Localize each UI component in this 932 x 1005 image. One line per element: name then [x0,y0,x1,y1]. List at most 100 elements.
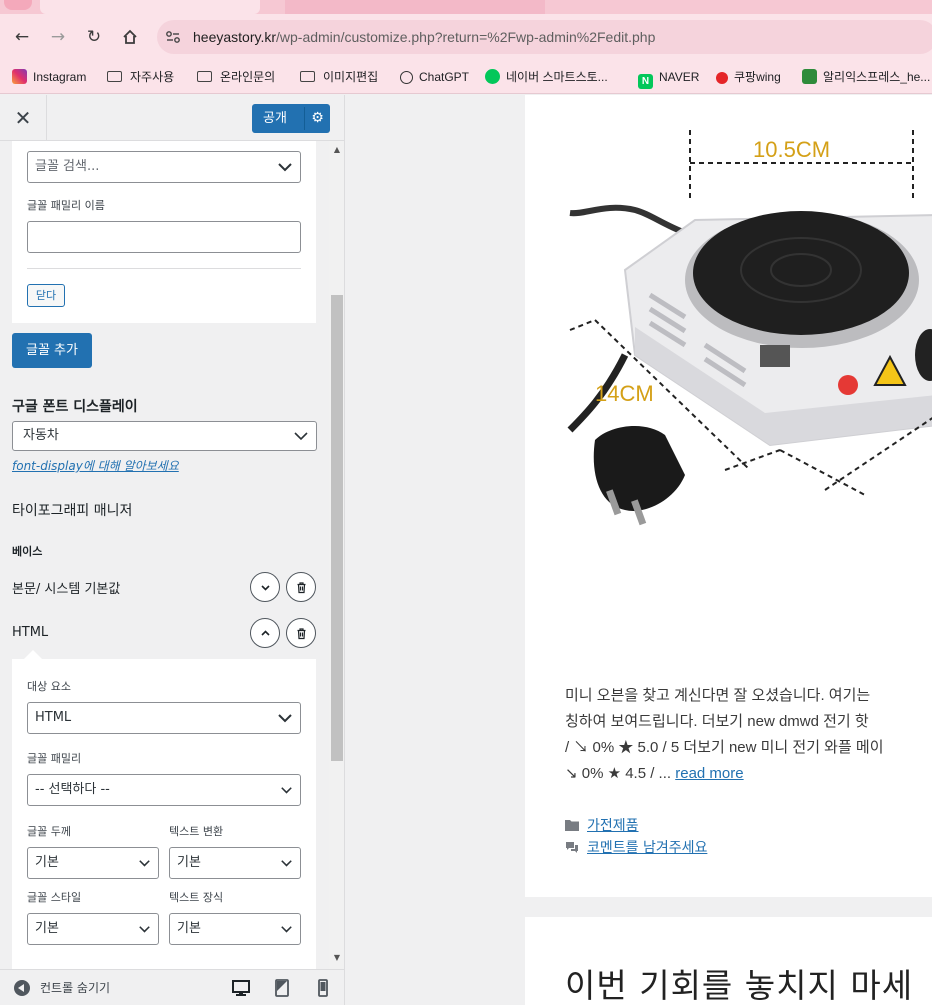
comment-link[interactable]: 코멘트를 남겨주세요 [587,837,707,857]
folder-icon [107,71,122,82]
publish-button[interactable]: 공개 ⚙ [252,104,330,133]
font-display-learn-link[interactable]: font-display에 대해 알아보세요 [12,457,179,474]
target-element-select[interactable]: HTML [27,702,301,734]
chevron-down-icon [139,926,150,933]
folder-icon [197,71,212,82]
bookmark-label: ChatGPT [419,70,470,84]
bookmark-label: 쿠팡wing [734,70,781,84]
forward-arrow-icon[interactable]: → [47,26,69,48]
url-path: /wp-admin/customize.php?return=%2Fwp-adm… [276,29,656,45]
bookmark-folder-image-edit[interactable]: 이미지편집 [300,68,378,86]
collapse-button[interactable] [250,618,280,648]
text-transform-value: 기본 [177,855,201,870]
tablet-preview-icon[interactable] [272,978,292,998]
font-family-select[interactable]: -- 선택하다 -- [27,774,301,806]
font-search-select[interactable]: 글꼴 검색... [27,151,301,183]
bookmark-aliexpress[interactable]: 알리익스프레스_he... [802,68,930,86]
text-transform-label: 텍스트 변환 [169,825,224,838]
browser-tab[interactable] [285,0,545,14]
text-transform-select[interactable]: 기본 [169,847,301,879]
read-more-link[interactable]: read more [675,765,743,782]
scroll-down-arrow-icon[interactable]: ▼ [329,953,344,963]
chevron-down-icon [278,163,292,172]
post-card: 10.5CM 14CM 미니 오븐을 찾고 계신다면 잘 오셨습니다. 여기는 … [525,95,932,897]
bookmark-coupang[interactable]: 쿠팡wing [716,68,781,86]
chatgpt-icon [400,71,413,84]
font-weight-select[interactable]: 기본 [27,847,159,879]
text-decoration-select[interactable]: 기본 [169,913,301,945]
font-style-select[interactable]: 기본 [27,913,159,945]
typography-manager-title: 타이포그래피 매니저 [12,503,133,519]
instagram-icon [12,69,27,84]
hide-controls-icon[interactable] [14,980,30,996]
bookmark-folder-frequent[interactable]: 자주사용 [107,68,174,86]
customizer-sidebar: ✕ 공개 ⚙ 글꼴 검색... 글꼴 패밀리 이름 닫다 글꼴 추가 구글 폰트… [0,95,345,1005]
text-decoration-value: 기본 [177,921,201,936]
browser-tab-strip [0,0,932,14]
font-family-label: 글꼴 패밀리 [27,752,82,765]
typography-item-html[interactable]: HTML [12,625,48,640]
home-icon[interactable] [119,26,141,48]
delete-button[interactable] [286,572,316,602]
post-excerpt-line: 칭하여 보여드립니다. 더보기 new dmwd 전기 핫 [565,713,869,730]
chevron-down-icon [278,714,292,723]
font-search-placeholder: 글꼴 검색... [35,159,100,174]
site-info-icon[interactable] [165,29,181,45]
font-style-value: 기본 [35,921,59,936]
desktop-preview-icon[interactable] [231,978,251,998]
font-family-value: -- 선택하다 -- [35,782,110,797]
chevron-up-icon [261,630,270,636]
add-font-button[interactable]: 글꼴 추가 [12,333,92,368]
bookmark-folder-inquiry[interactable]: 온라인문의 [197,68,275,86]
font-weight-label: 글꼴 두께 [27,825,71,838]
close-customizer-icon[interactable]: ✕ [0,95,47,141]
dimension-label-side: 14CM [595,381,654,406]
address-bar[interactable]: heeyastory.kr/wp-admin/customize.php?ret… [157,20,932,54]
reload-icon[interactable]: ↻ [83,26,105,48]
close-button[interactable]: 닫다 [27,284,65,307]
divider [27,268,301,269]
bookmark-smartstore[interactable]: 네이버 스마트스토... [485,68,608,86]
back-arrow-icon[interactable]: ← [11,26,33,48]
sidebar-scrollbar[interactable]: ▲ ▼ [329,141,344,969]
bookmark-naver[interactable]: N NAVER [638,68,699,89]
post-excerpt-line: 미니 오븐을 찾고 계신다면 잘 오셨습니다. 여기는 [565,687,871,704]
expand-button[interactable] [250,572,280,602]
bookmark-instagram[interactable]: Instagram [12,68,86,86]
bookmark-label: 이미지편집 [323,70,379,84]
chevron-down-icon [261,585,270,591]
font-weight-value: 기본 [35,855,59,870]
trash-icon [297,628,306,640]
typography-item-body[interactable]: 본문/ 시스템 기본값 [12,578,120,597]
post-excerpt-line: / ↘ 0% ★ 5.0 / 5 더보기 new 미니 전기 와플 메이 [565,739,884,756]
font-family-name-input[interactable] [27,221,301,253]
scroll-up-arrow-icon[interactable]: ▲ [329,145,344,155]
delete-button[interactable] [286,618,316,648]
chevron-down-icon [281,787,292,794]
folder-icon [565,820,579,831]
hide-controls-button[interactable]: 컨트롤 숨기기 [40,980,110,996]
mobile-preview-icon[interactable] [313,978,333,998]
base-label: 베이스 [12,545,43,558]
bookmark-label: 자주사용 [130,70,175,84]
coupang-icon [716,72,728,84]
google-font-display-select[interactable]: 자동차 [12,421,317,451]
product-image-hot-plate: 10.5CM 14CM [567,130,932,526]
scroll-thumb[interactable] [331,295,343,761]
chevron-down-icon [294,432,308,441]
comment-icon [566,842,578,853]
tab-search-button[interactable] [4,0,32,10]
bookmarks-bar: Instagram 자주사용 온라인문의 이미지편집 ChatGPT 네이버 스… [0,60,932,94]
bookmark-chatgpt[interactable]: ChatGPT [400,68,469,86]
font-style-label: 글꼴 스타일 [27,891,82,904]
customizer-footer: 컨트롤 숨기기 [0,969,344,1005]
bookmark-label: 네이버 스마트스토... [506,70,608,84]
excerpt-text: ↘ 0% ★ 4.5 / ... [565,765,672,782]
post-title[interactable]: 이번 기회를 놓치지 마세 [565,959,913,1005]
category-link[interactable]: 가전제품 [587,815,639,835]
browser-tab-active[interactable] [40,0,260,14]
customizer-header: ✕ 공개 ⚙ [0,95,344,141]
google-font-display-value: 자동차 [23,428,59,443]
gear-icon[interactable]: ⚙ [304,107,330,130]
panel-notch [24,650,42,659]
